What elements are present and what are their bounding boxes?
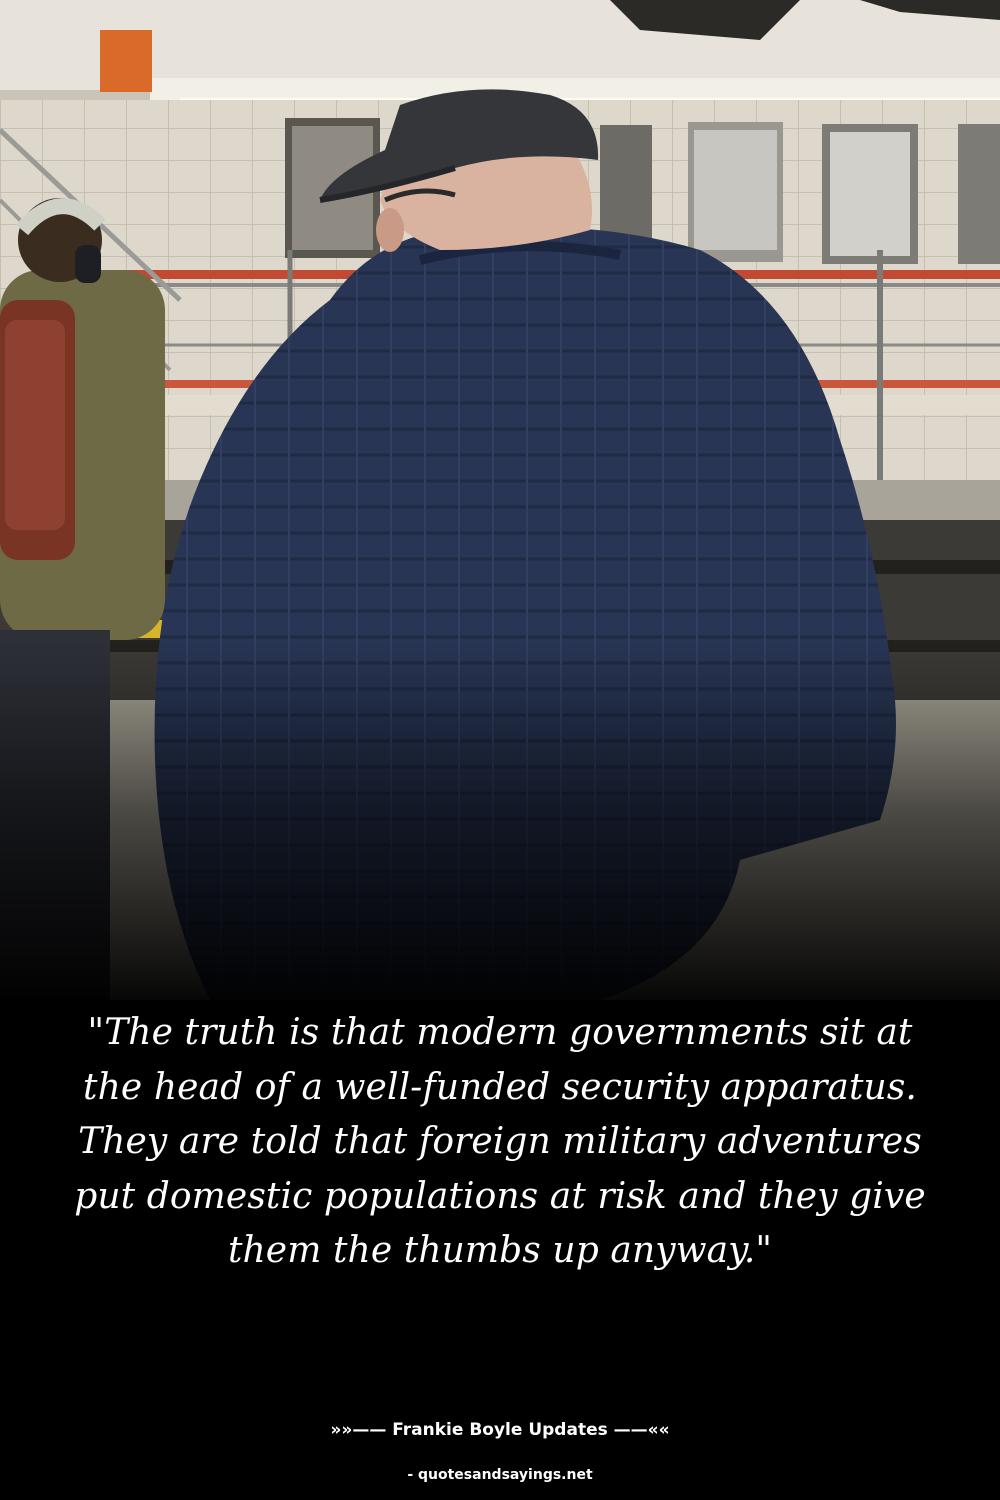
quote-card: "The truth is that modern governments si… <box>0 0 1000 1500</box>
author-attribution: »»—— Frankie Boyle Updates ——«« <box>330 1420 670 1440</box>
source-watermark: - quotesandsayings.net <box>407 1467 593 1483</box>
photo-fade-overlay <box>0 640 1000 1020</box>
quote-text: "The truth is that modern governments si… <box>74 1012 926 1271</box>
